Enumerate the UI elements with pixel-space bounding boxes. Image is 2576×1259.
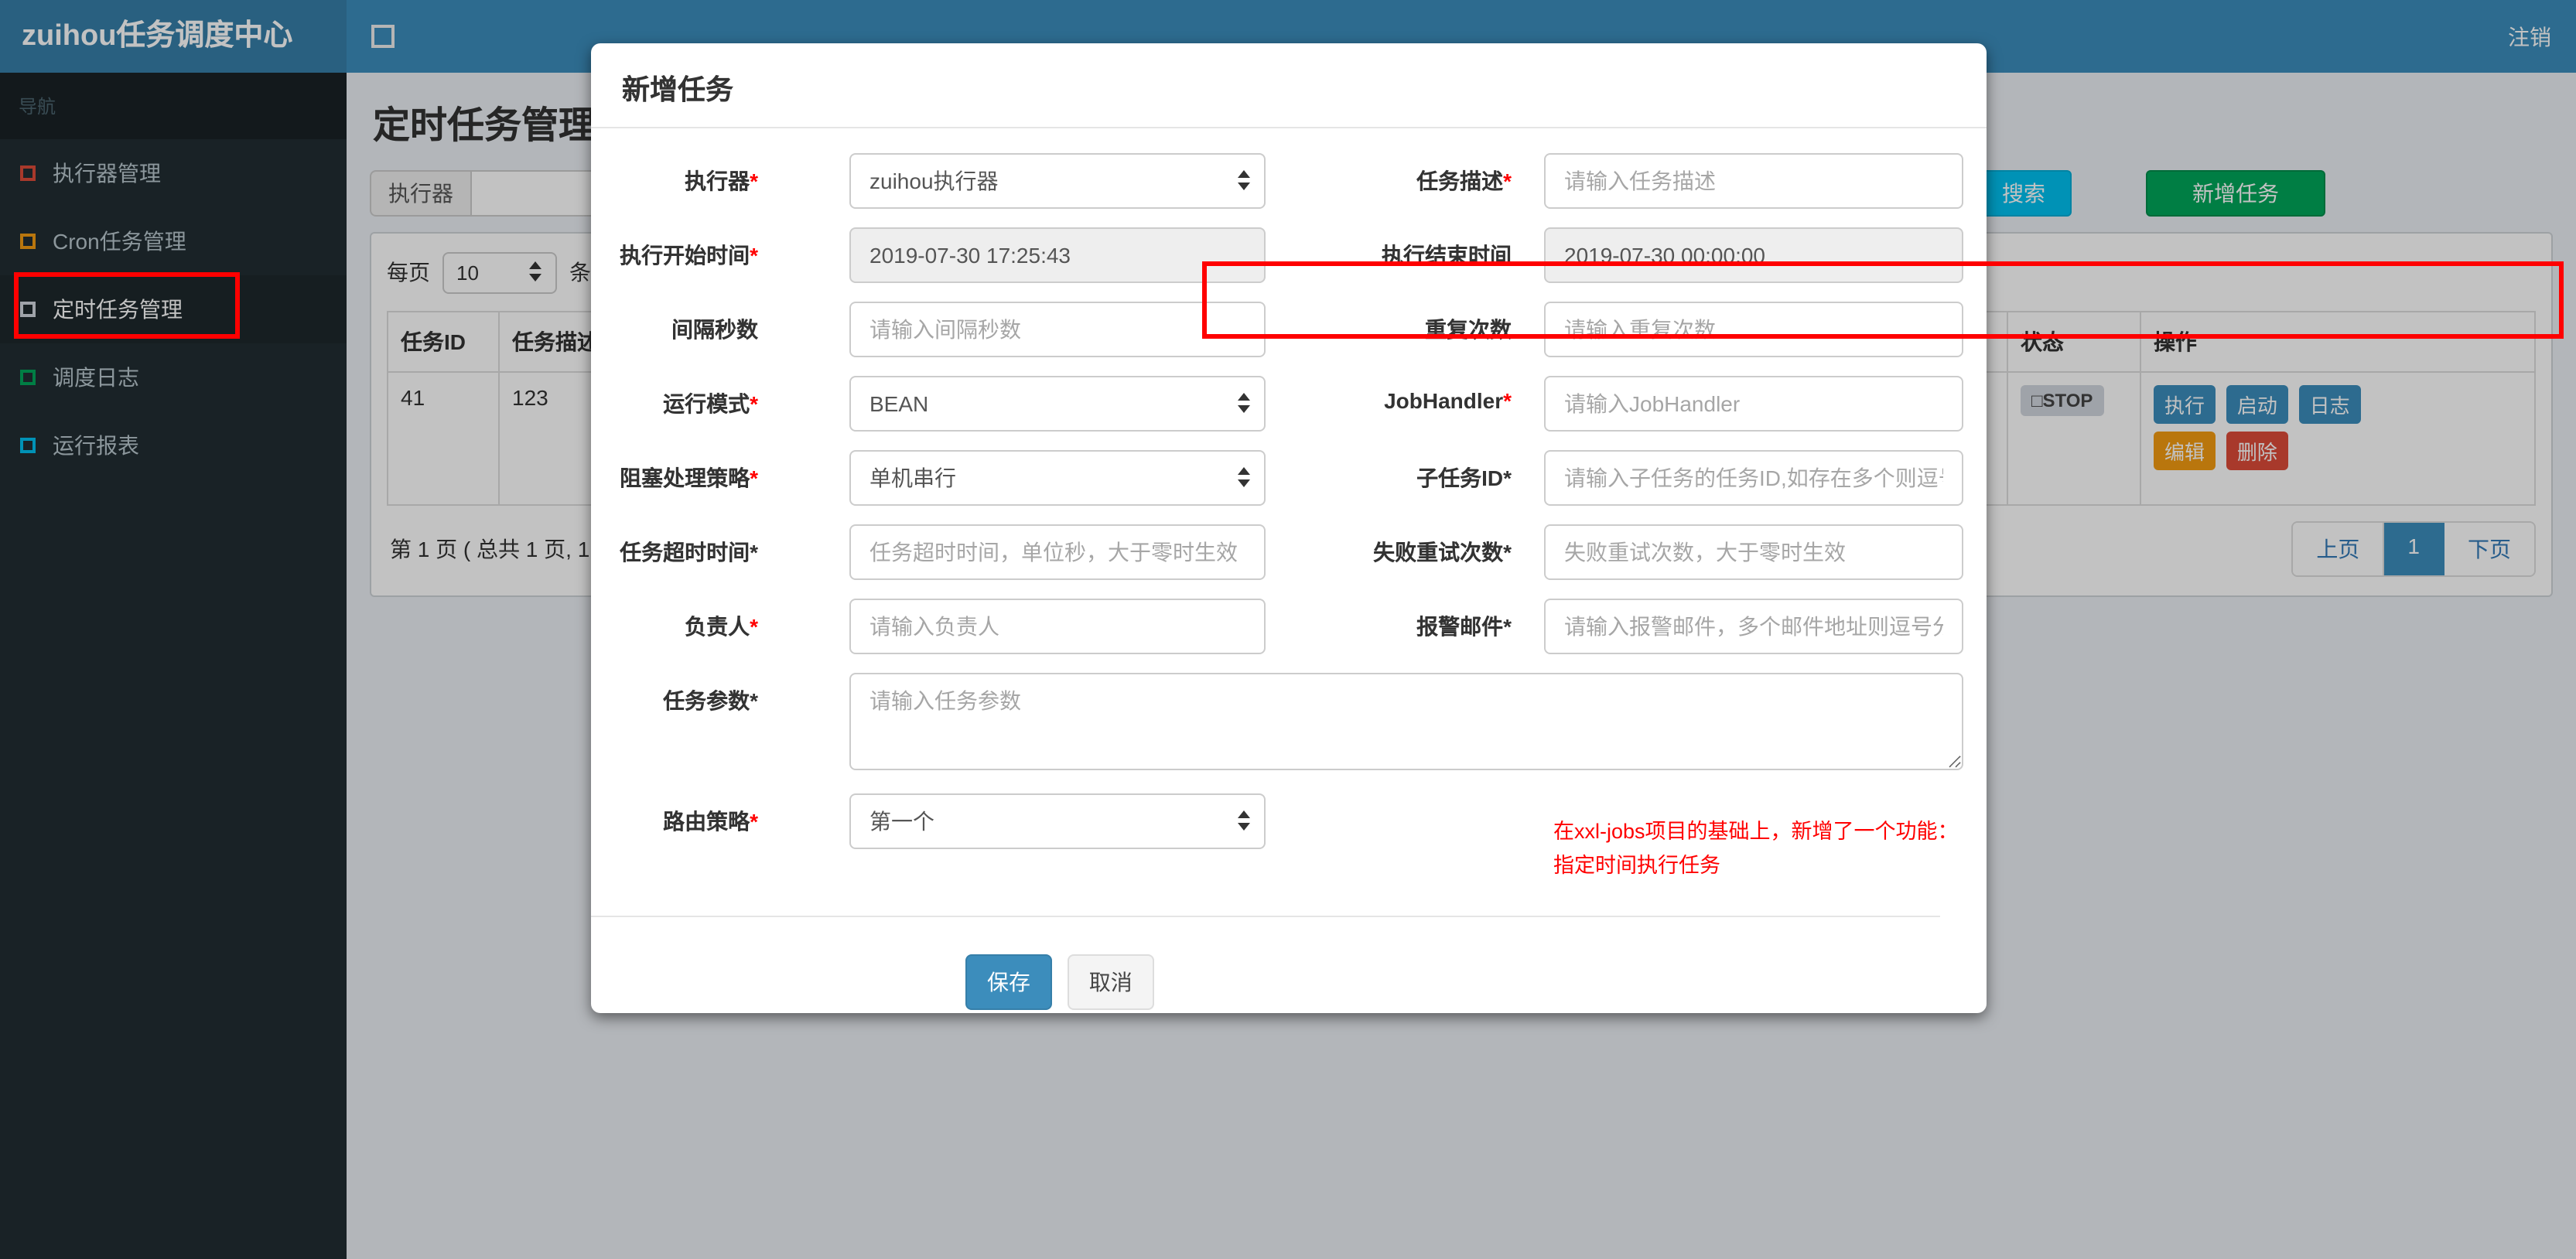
jobhandler-input[interactable] <box>1544 376 1963 432</box>
modal-header: 新增任务 <box>591 43 1987 128</box>
required-star: * <box>750 466 758 490</box>
app-root: zuihou任务调度中心 注销 导航 执行器管理 Cron任务管理 定时任务管理… <box>0 0 2576 1259</box>
block-strategy-select-value: 单机串行 <box>869 466 956 490</box>
desc-input[interactable] <box>1544 153 1963 209</box>
alarm-email-label: 报警邮件* <box>1416 614 1512 639</box>
start-time-input[interactable] <box>849 227 1266 283</box>
feature-note-line2: 指定时间执行任务 <box>1553 854 1720 878</box>
modal-body: 执行器* zuihou执行器 任务描述* 执行开始时间* 执行结束时间 间隔秒数… <box>591 128 1987 1010</box>
route-strategy-select-value: 第一个 <box>869 809 934 834</box>
modal-title: 新增任务 <box>622 74 733 105</box>
child-task-label: 子任务ID* <box>1416 466 1512 490</box>
feature-note-line1: 在xxl-jobs项目的基础上，新增了一个功能： <box>1553 820 1959 843</box>
task-params-textarea[interactable] <box>849 673 1963 770</box>
add-task-modal: 新增任务 执行器* zuihou执行器 任务描述* 执行开始时间* 执行结束时间… <box>591 43 2564 1013</box>
timeout-label: 任务超时时间* <box>620 540 758 565</box>
required-star: * <box>750 243 758 268</box>
save-button[interactable]: 保存 <box>965 954 1052 1010</box>
route-strategy-select[interactable]: 第一个 <box>849 793 1266 849</box>
modal-footer: 保存 取消 <box>591 916 1963 1010</box>
jobhandler-label: JobHandler* <box>1384 388 1512 413</box>
interval-input[interactable] <box>849 302 1266 357</box>
required-star: * <box>750 169 758 193</box>
select-arrows-icon <box>1238 810 1250 831</box>
task-params-label: 任务参数* <box>663 688 758 713</box>
select-arrows-icon <box>1238 170 1250 190</box>
form-row-interval-repeat: 间隔秒数 重复次数 <box>591 302 1963 357</box>
run-mode-select[interactable]: BEAN <box>849 376 1266 432</box>
form-row-executor-desc: 执行器* zuihou执行器 任务描述* <box>591 153 1963 209</box>
repeat-input[interactable] <box>1544 302 1963 357</box>
required-star: * <box>750 391 758 416</box>
form-row-exec-time: 执行开始时间* 执行结束时间 <box>591 227 1963 283</box>
form-row-params: 任务参数* <box>591 673 1963 775</box>
owner-input[interactable] <box>849 599 1266 654</box>
required-star: * <box>1503 169 1512 193</box>
timeout-input[interactable] <box>849 524 1266 580</box>
owner-label: 负责人* <box>685 614 758 639</box>
retry-label: 失败重试次数* <box>1373 540 1512 565</box>
feature-note-text: 在xxl-jobs项目的基础上，新增了一个功能： 指定时间执行任务 <box>1544 793 1963 884</box>
form-row-block-child: 阻塞处理策略* 单机串行 子任务ID* <box>591 450 1963 506</box>
required-star: * <box>750 614 758 639</box>
start-time-label: 执行开始时间* <box>620 243 758 268</box>
form-row-timeout-retry: 任务超时时间* 失败重试次数* <box>591 524 1963 580</box>
executor-select[interactable]: zuihou执行器 <box>849 153 1266 209</box>
interval-label: 间隔秒数 <box>671 317 758 342</box>
block-strategy-select[interactable]: 单机串行 <box>849 450 1266 506</box>
desc-label: 任务描述* <box>1416 169 1512 193</box>
form-row-mode-handler: 运行模式* BEAN JobHandler* <box>591 376 1963 432</box>
repeat-label: 重复次数 <box>1425 317 1512 342</box>
executor-select-value: zuihou执行器 <box>869 169 999 193</box>
required-star: * <box>750 809 758 834</box>
form-row-route: 路由策略* 第一个 在xxl-jobs项目的基础上，新增了一个功能： 指定时间执… <box>591 793 1963 884</box>
cancel-button[interactable]: 取消 <box>1067 954 1154 1010</box>
run-mode-select-value: BEAN <box>869 391 929 416</box>
select-arrows-icon <box>1238 467 1250 487</box>
child-task-input[interactable] <box>1544 450 1963 506</box>
block-strategy-label: 阻塞处理策略* <box>620 466 758 490</box>
route-strategy-label: 路由策略* <box>663 809 758 834</box>
executor-label: 执行器* <box>685 169 758 193</box>
run-mode-label: 运行模式* <box>663 391 758 416</box>
form-row-owner-email: 负责人* 报警邮件* <box>591 599 1963 654</box>
required-star: * <box>1503 388 1512 413</box>
end-time-input[interactable] <box>1544 227 1963 283</box>
select-arrows-icon <box>1238 393 1250 413</box>
alarm-email-input[interactable] <box>1544 599 1963 654</box>
retry-input[interactable] <box>1544 524 1963 580</box>
end-time-label: 执行结束时间 <box>1382 243 1512 268</box>
